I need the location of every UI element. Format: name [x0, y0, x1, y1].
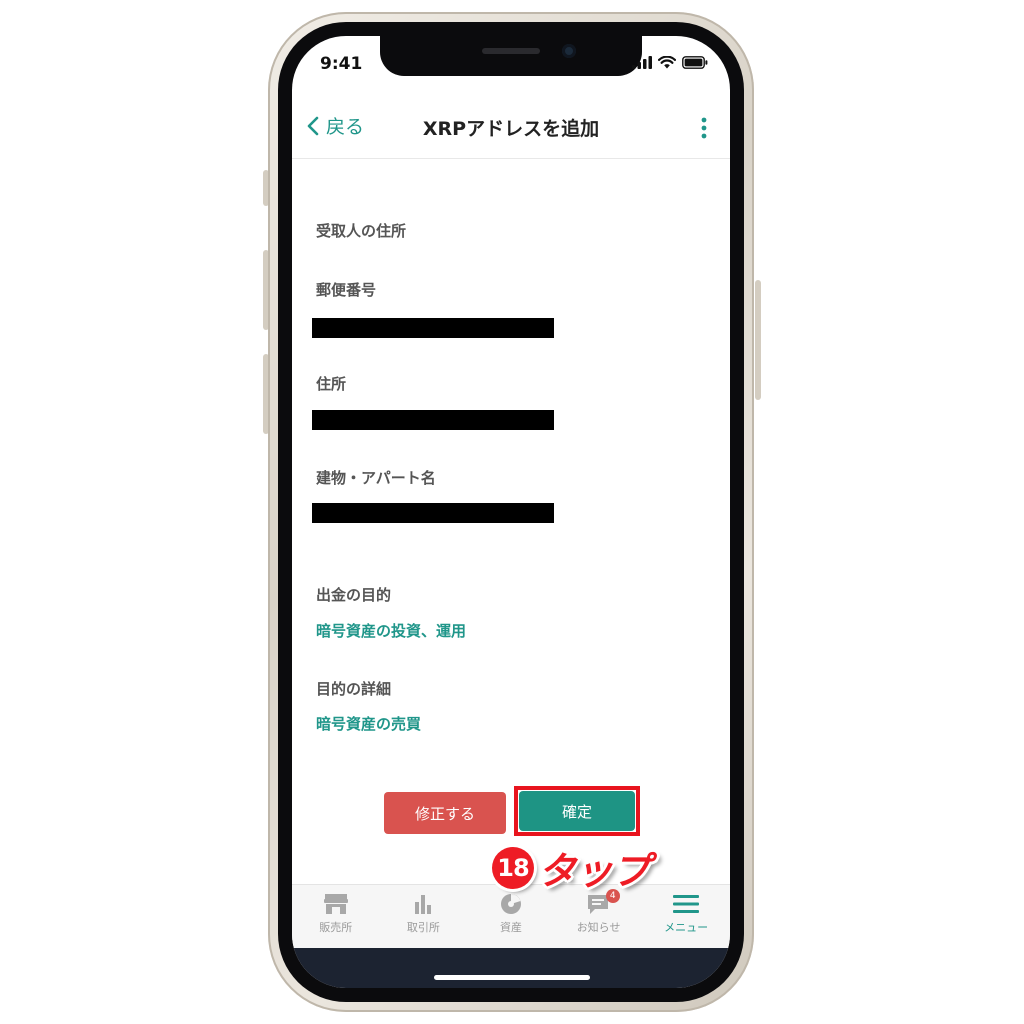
tab-label: お知らせ	[576, 921, 621, 934]
tab-exchange[interactable]: 取引所	[380, 885, 468, 949]
more-options-icon[interactable]	[700, 116, 708, 140]
step-number-badge: 18	[492, 846, 534, 889]
recipient-address-heading: 受取人の住所	[316, 222, 407, 240]
purpose-value: 暗号資産の投資、運用	[316, 622, 467, 640]
home-indicator[interactable]	[434, 975, 590, 980]
tab-menu[interactable]: メニュー	[642, 885, 730, 949]
postal-code-redacted	[312, 318, 554, 338]
tab-store[interactable]: 販売所	[292, 885, 380, 949]
hamburger-menu-icon	[673, 895, 700, 913]
store-icon	[323, 894, 348, 914]
fix-button[interactable]: 修正する	[384, 792, 506, 834]
status-icons	[632, 56, 708, 69]
tab-label: 販売所	[319, 921, 353, 934]
page-title: XRPアドレスを追加	[422, 118, 600, 140]
tap-instruction-text: タップ	[538, 849, 650, 893]
power-button	[755, 280, 761, 400]
wifi-icon	[658, 56, 676, 69]
stage: 9:41 戻る XRPアドレスを追加 受取人の住所 郵便番号 住所 建物・アパー…	[0, 0, 1024, 1024]
notch	[380, 36, 642, 76]
purpose-detail-label: 目的の詳細	[316, 680, 392, 698]
building-label: 建物・アパート名	[316, 469, 436, 487]
status-time: 9:41	[320, 54, 363, 74]
pie-chart-icon	[500, 894, 521, 914]
bar-chart-icon	[415, 895, 432, 914]
battery-icon	[682, 56, 708, 69]
building-redacted	[312, 503, 554, 523]
signal-icon	[632, 56, 652, 69]
confirm-button[interactable]: 確定	[519, 791, 635, 831]
home-indicator-area	[292, 948, 730, 988]
postal-code-label: 郵便番号	[316, 281, 377, 299]
navigation-bar: 戻る XRPアドレスを追加	[292, 98, 730, 159]
address-redacted	[312, 410, 554, 430]
purpose-label: 出金の目的	[316, 586, 392, 604]
tab-label: メニュー	[664, 921, 709, 934]
purpose-detail-value: 暗号資産の売買	[316, 715, 422, 733]
front-camera	[562, 44, 576, 58]
tab-label: 取引所	[406, 921, 440, 934]
speaker	[482, 48, 540, 54]
tap-instruction-callout: 18 タップ	[492, 840, 650, 895]
address-label: 住所	[316, 375, 347, 393]
tab-label: 資産	[499, 921, 522, 934]
